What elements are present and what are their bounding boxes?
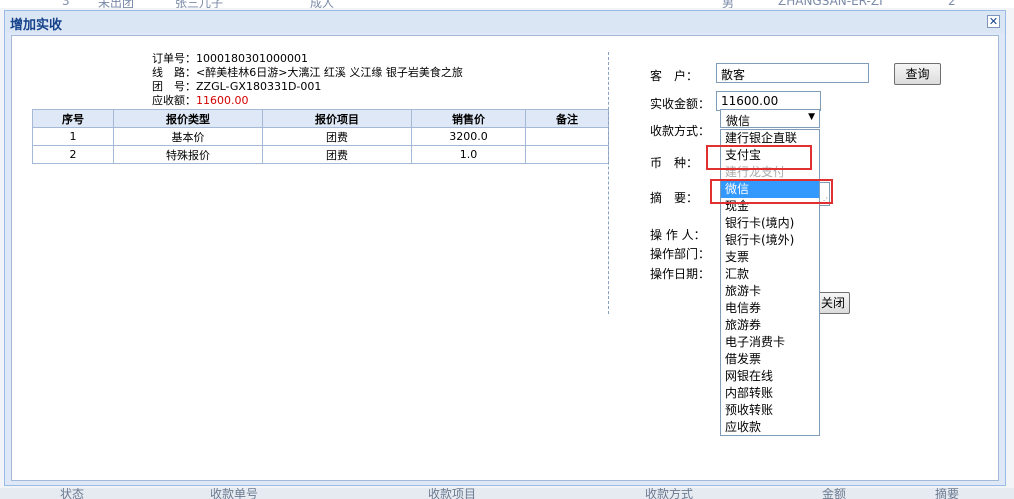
table-cell [525, 127, 609, 146]
chevron-down-icon[interactable]: ▼ [808, 112, 815, 122]
annotation-highlight-wechat [710, 179, 833, 204]
department-label: 操作部门： [650, 247, 711, 261]
table-cell: 基本价 [113, 127, 263, 146]
dialog-title: 增加实收 [10, 18, 63, 33]
dropdown-option[interactable]: 网银在线 [721, 368, 819, 385]
operator-label: 操 作 人： [650, 228, 706, 242]
amount-row: 应收额：11600.00 [152, 94, 463, 108]
bg-cell: ZHANGSAN-ER-ZI [778, 0, 883, 8]
memo-label: 摘 要： [650, 191, 699, 205]
amount-label: 应收额： [152, 94, 196, 107]
table-cell: 2 [32, 145, 114, 164]
bg-header-cell: 收款方式 [645, 488, 694, 499]
bg-header-cell: 摘要 [935, 488, 960, 499]
background-table-header: 状态 收款单号 收款项目 收款方式 金额 摘要 [0, 488, 1014, 499]
column-header: 序号 [32, 109, 114, 128]
customer-label: 客 户： [650, 69, 699, 83]
annotation-highlight-alipay [706, 145, 812, 170]
bg-cell: 男 [722, 0, 735, 8]
dropdown-option[interactable]: 银行卡(境外) [721, 232, 819, 249]
route-label: 线 路： [152, 66, 196, 79]
payment-method-value: 微信 [726, 114, 751, 128]
table-cell: 1.0 [411, 145, 526, 164]
dropdown-option[interactable]: 汇款 [721, 266, 819, 283]
column-header: 销售价 [411, 109, 526, 128]
dropdown-option[interactable]: 旅游卡 [721, 283, 819, 300]
group-label: 团 号： [152, 80, 196, 93]
amount-value: 11600.00 [196, 94, 249, 107]
bg-cell: 未出团 [98, 0, 135, 8]
group-row: 团 号：ZZGL-GX180331D-001 [152, 80, 463, 94]
dropdown-option[interactable]: 电信券 [721, 300, 819, 317]
bg-cell: 张三儿子 [175, 0, 224, 8]
currency-label: 币 种： [650, 156, 699, 170]
dropdown-option[interactable]: 支票 [721, 249, 819, 266]
dropdown-option[interactable]: 预收转账 [721, 402, 819, 419]
bg-header-cell: 收款项目 [428, 488, 477, 499]
quote-table: 序号 报价类型 报价项目 销售价 备注 1 基本价 团费 3200.0 2 特殊… [32, 109, 609, 164]
payment-method-select[interactable]: 微信 ▼ [720, 109, 820, 128]
dropdown-option[interactable]: 银行卡(境内) [721, 215, 819, 232]
dropdown-option[interactable]: 应收款 [721, 419, 819, 436]
column-header: 报价项目 [262, 109, 412, 128]
payment-method-dropdown: 建行银企直联 支付宝 建行龙支付 微信 现金 银行卡(境内) 银行卡(境外) 支… [720, 129, 820, 436]
table-cell: 3200.0 [411, 127, 526, 146]
query-button[interactable]: 查询 [894, 63, 941, 85]
dialog-body: 订单号：1000180301000001 线 路：<醉美桂林6日游>大漓江 红溪… [11, 35, 999, 481]
add-receipt-dialog: 增加实收 ✕ 订单号：1000180301000001 线 路：<醉美桂林6日游… [4, 10, 1006, 486]
bg-header-cell: 金额 [822, 488, 847, 499]
route-value: <醉美桂林6日游>大漓江 红溪 义江缘 银子岩美食之旅 [196, 66, 463, 79]
table-row[interactable]: 2 特殊报价 团费 1.0 [32, 145, 609, 164]
payment-method-label: 收款方式： [650, 124, 711, 138]
operation-date-label: 操作日期： [650, 267, 711, 281]
table-row[interactable]: 1 基本价 团费 3200.0 [32, 127, 609, 146]
column-header: 报价类型 [113, 109, 263, 128]
table-cell [525, 145, 609, 164]
dropdown-option[interactable]: 借发票 [721, 351, 819, 368]
bg-cell: 3 [62, 0, 70, 8]
dropdown-option[interactable]: 旅游券 [721, 317, 819, 334]
dialog-titlebar[interactable]: 增加实收 ✕ [5, 11, 1005, 33]
bg-header-cell: 收款单号 [210, 488, 259, 499]
table-header-row: 序号 报价类型 报价项目 销售价 备注 [32, 109, 609, 128]
received-amount-input[interactable]: 11600.00 [716, 91, 821, 111]
table-cell: 团费 [262, 145, 412, 164]
order-no-label: 订单号： [152, 52, 196, 65]
section-divider [608, 52, 609, 314]
group-value: ZZGL-GX180331D-001 [196, 80, 322, 93]
column-header: 备注 [525, 109, 609, 128]
order-no-value: 1000180301000001 [196, 52, 308, 65]
order-no-row: 订单号：1000180301000001 [152, 52, 463, 66]
customer-input[interactable]: 散客 [716, 63, 869, 83]
order-info: 订单号：1000180301000001 线 路：<醉美桂林6日游>大漓江 红溪… [152, 52, 463, 108]
bg-cell: 2 [948, 0, 956, 8]
background-table-row: 3 未出团 张三儿子 成人 男 ZHANGSAN-ER-ZI 2 [0, 0, 1014, 8]
bg-cell: 成人 [310, 0, 335, 8]
table-cell: 特殊报价 [113, 145, 263, 164]
bg-header-cell: 状态 [60, 488, 85, 499]
close-icon[interactable]: ✕ [987, 15, 1000, 28]
dropdown-option[interactable]: 电子消费卡 [721, 334, 819, 351]
route-row: 线 路：<醉美桂林6日游>大漓江 红溪 义江缘 银子岩美食之旅 [152, 66, 463, 80]
table-cell: 1 [32, 127, 114, 146]
received-amount-label: 实收金额： [650, 97, 711, 111]
dropdown-option[interactable]: 内部转账 [721, 385, 819, 402]
table-cell: 团费 [262, 127, 412, 146]
